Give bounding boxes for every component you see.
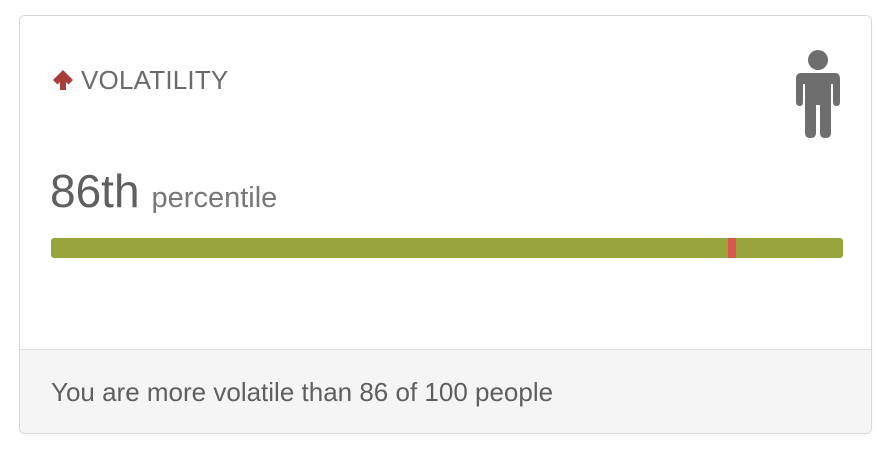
percentile-display: 86th percentile	[50, 168, 277, 214]
card-title: VOLATILITY	[81, 64, 229, 95]
percentile-unit-label: percentile	[151, 182, 278, 214]
person-icon	[796, 50, 840, 138]
volatility-card: VOLATILITY 86th percentile You are more …	[19, 15, 872, 434]
percentile-value: 86th	[50, 165, 140, 217]
arrow-up-icon	[53, 70, 73, 90]
footer-text: You are more volatile than 86 of 100 peo…	[51, 377, 554, 407]
card-header: VOLATILITY	[51, 64, 228, 96]
percentile-bar	[51, 238, 843, 258]
card-footer: You are more volatile than 86 of 100 peo…	[20, 349, 871, 433]
percentile-marker	[728, 238, 737, 258]
card-body: VOLATILITY 86th percentile	[20, 16, 871, 351]
